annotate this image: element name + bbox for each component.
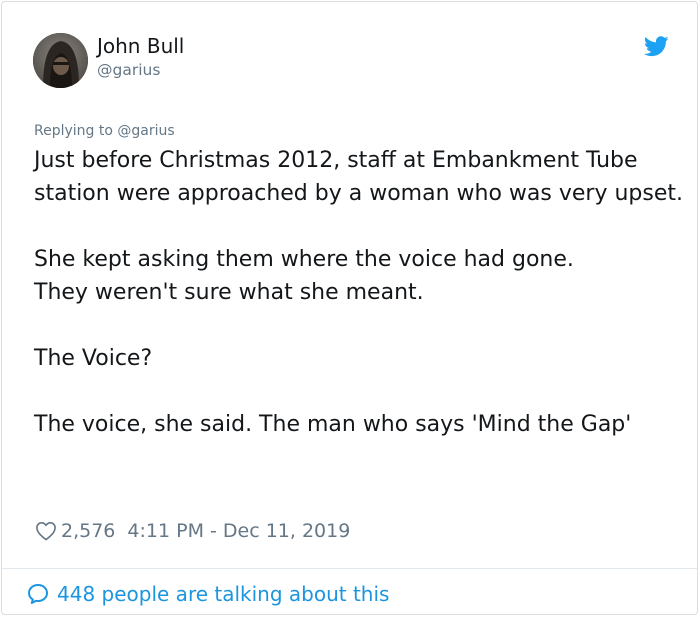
like-count[interactable]: 2,576 [61,520,115,542]
tweet-paragraph-2: She kept asking them where the voice had… [34,247,574,305]
tweet-text: Just before Christmas 2012, staff at Emb… [34,144,684,441]
replying-to[interactable]: Replying to @garius [34,122,175,140]
talking-about-link[interactable]: 448 people are talking about this [26,580,389,608]
tweet-paragraph-1: Just before Christmas 2012, staff at Emb… [34,148,683,206]
heart-icon[interactable] [35,521,57,541]
divider [2,568,697,569]
author-handle[interactable]: @garius [97,60,160,80]
tweet-meta: 2,576 4:11 PM - Dec 11, 2019 [35,518,350,544]
talking-about-text: 448 people are talking about this [57,582,390,606]
author-name[interactable]: John Bull [97,34,184,58]
hooded-figure-avatar [33,33,88,88]
tweet-paragraph-4: The voice, she said. The man who says 'M… [34,412,632,437]
speech-bubble-icon [28,584,48,604]
tweet-card: John Bull @garius Replying to @garius Ju… [1,1,698,615]
tweet-paragraph-3: The Voice? [34,346,153,371]
twitter-bird-icon[interactable] [644,36,669,57]
tweet-timestamp[interactable]: 4:11 PM - Dec 11, 2019 [127,520,350,542]
avatar[interactable] [33,33,88,88]
